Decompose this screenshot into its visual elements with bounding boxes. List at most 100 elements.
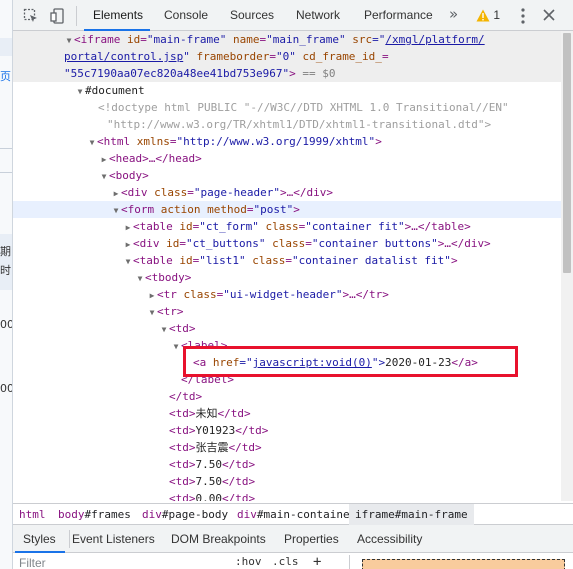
tree-node-iframe[interactable]: ▼ <iframe id="main-frame" name="main_fram… — [13, 31, 561, 48]
tree-node-label[interactable]: ▼ <label> — [13, 337, 561, 354]
tree-node-td-cell[interactable]: <td>未知</td> — [13, 405, 561, 422]
tree-node-label-close[interactable]: </label> — [13, 371, 561, 388]
tag-name: <iframe — [74, 33, 121, 46]
src-link[interactable]: portal/control.jsp — [64, 50, 183, 63]
tree-node-td-cell[interactable]: <td>0.00</td> — [13, 490, 561, 501]
tab-sources[interactable]: Sources — [230, 0, 274, 31]
inspect-element-icon[interactable] — [23, 8, 39, 24]
attr-value: =" — [372, 33, 386, 46]
tree-node-tbody[interactable]: ▼ <tbody> — [13, 269, 561, 286]
styles-filter-bar: :hov .cls + — [13, 553, 573, 569]
scrollbar-thumb[interactable] — [563, 33, 571, 273]
tab-accessibility[interactable]: Accessibility — [357, 525, 422, 553]
hover-state-button[interactable]: :hov — [235, 555, 262, 569]
tab-performance[interactable]: Performance — [364, 0, 433, 31]
attr-value: "ui-widget-header" — [223, 288, 343, 301]
tag-name: <td> — [169, 322, 196, 335]
tree-node-body[interactable]: ▼ <body> — [13, 167, 561, 184]
breadcrumb-page-body[interactable]: div#page-body — [142, 504, 228, 525]
cell-text: 7.50 — [195, 475, 223, 488]
cell-text: 张吉震 — [195, 441, 229, 454]
tag-name: <a — [193, 356, 207, 369]
tag-close: > — [293, 203, 300, 216]
tab-elements[interactable]: Elements — [93, 0, 143, 31]
more-tabs-icon[interactable]: » — [449, 0, 458, 31]
page-strip-block — [0, 38, 12, 56]
tree-node-anchor[interactable]: <a href="javascript:void(0)">2020-01-23<… — [13, 354, 561, 371]
src-link[interactable]: /xmgl/platform/ — [385, 33, 484, 46]
cell-text: Y01923 — [195, 424, 236, 437]
tree-node-table-list1[interactable]: ▼ <table id="list1" class="container data… — [13, 252, 561, 269]
attr-value: "container buttons" — [311, 237, 438, 250]
tree-node-td-close[interactable]: </td> — [13, 388, 561, 405]
tag-name: <form — [121, 203, 155, 216]
anchor-text: 2020-01-23 — [385, 356, 452, 369]
devtools-toolbar: Elements Console Sources Network Perform… — [13, 0, 573, 31]
tree-node-td-cell[interactable]: <td>Y01923</td> — [13, 422, 561, 439]
attr-value: =" — [239, 356, 253, 369]
tab-event-listeners[interactable]: Event Listeners — [72, 525, 155, 553]
tree-node-div-page-header[interactable]: ▶ <div class="page-header">…</div> — [13, 184, 561, 201]
attr-name: href — [212, 356, 240, 369]
tree-node-tr-header[interactable]: ▶ <tr class="ui-widget-header">…</tr> — [13, 286, 561, 303]
tab-console[interactable]: Console — [164, 0, 208, 31]
attr-name: action — [160, 203, 201, 216]
sidebar-tabs: Styles Event Listeners DOM Breakpoints P… — [13, 525, 573, 553]
attr-name: class — [272, 237, 306, 250]
elements-scrollbar[interactable] — [561, 31, 573, 501]
breadcrumb-main-frame[interactable]: iframe#main-frame — [349, 504, 474, 525]
page-strip-glyph: 00 — [0, 318, 13, 331]
page-strip-rule — [0, 172, 12, 173]
attr-value: "page-header" — [193, 186, 280, 199]
tag-name: <tr> — [157, 305, 184, 318]
attr-name: name — [232, 33, 260, 46]
close-devtools-icon[interactable] — [541, 7, 557, 23]
styles-filter-input[interactable] — [19, 555, 219, 569]
tree-node-document[interactable]: ▼ #document — [13, 82, 561, 99]
tree-node-form[interactable]: ▼ <form action method="post"> — [13, 201, 561, 218]
tree-node-td[interactable]: ▼ <td> — [13, 320, 561, 337]
tree-node-table-ct-form[interactable]: ▶ <table id="ct_form" class="container fi… — [13, 218, 561, 235]
breadcrumb: html body#frames div#page-body div#main-… — [13, 503, 573, 525]
attr-value: "0" — [275, 50, 296, 63]
attr-value: "container fit" — [305, 220, 405, 233]
tag-close: > — [289, 67, 296, 80]
attr-name: class — [252, 254, 286, 267]
attr-name: id — [126, 33, 141, 46]
tag-name: >…</tr> — [342, 288, 389, 301]
tag-name: <label> — [181, 339, 228, 352]
tag-name: <table — [133, 220, 173, 233]
device-toolbar-icon[interactable] — [50, 8, 66, 24]
href-link[interactable]: javascript:void(0) — [253, 356, 372, 369]
tab-network[interactable]: Network — [296, 0, 340, 31]
tree-node-doctype[interactable]: <!doctype html PUBLIC "-//W3C//DTD XHTML… — [13, 99, 561, 116]
tree-node-html[interactable]: ▼ <html xmlns="http://www.w3.org/1999/xht… — [13, 133, 561, 150]
page-strip-glyph: 期间 — [0, 245, 12, 258]
tree-node-tr[interactable]: ▼ <tr> — [13, 303, 561, 320]
warnings-counter[interactable]: 1 — [476, 8, 500, 24]
tree-node-td-cell[interactable]: <td>张吉震</td> — [13, 439, 561, 456]
tag-name: </label> — [181, 373, 234, 386]
tab-properties[interactable]: Properties — [284, 525, 339, 553]
attr-value: "ct_buttons" — [186, 237, 266, 250]
tag-name: <html — [97, 135, 131, 148]
toolbar-divider — [76, 6, 77, 26]
tree-node-td-cell[interactable]: <td>7.50</td> — [13, 473, 561, 490]
breadcrumb-body[interactable]: body#frames — [58, 504, 131, 525]
tree-node-div-ct-buttons[interactable]: ▶ <div id="ct_buttons" class="container b… — [13, 235, 561, 252]
customize-menu-icon[interactable] — [515, 7, 531, 25]
attr-value: "ct_form" — [199, 220, 259, 233]
class-toggle-button[interactable]: .cls — [272, 555, 299, 569]
breadcrumb-main-container[interactable]: div#main-container — [237, 504, 356, 525]
tree-node-head[interactable]: ▶ <head>…</head> — [13, 150, 561, 167]
tree-node-td-cell[interactable]: <td>7.50</td> — [13, 456, 561, 473]
attr-name: cd_frame_id_ — [302, 50, 382, 63]
tag-name: <div — [121, 186, 148, 199]
warning-icon — [476, 9, 490, 22]
tab-dom-breakpoints[interactable]: DOM Breakpoints — [171, 525, 266, 553]
tag-name: <head>…</head> — [109, 152, 202, 165]
new-style-rule-button[interactable]: + — [313, 555, 321, 569]
tab-styles[interactable]: Styles — [23, 525, 56, 553]
breadcrumb-html[interactable]: html — [19, 504, 46, 525]
elements-tree: ▼ <iframe id="main-frame" name="main_fram… — [13, 31, 561, 501]
